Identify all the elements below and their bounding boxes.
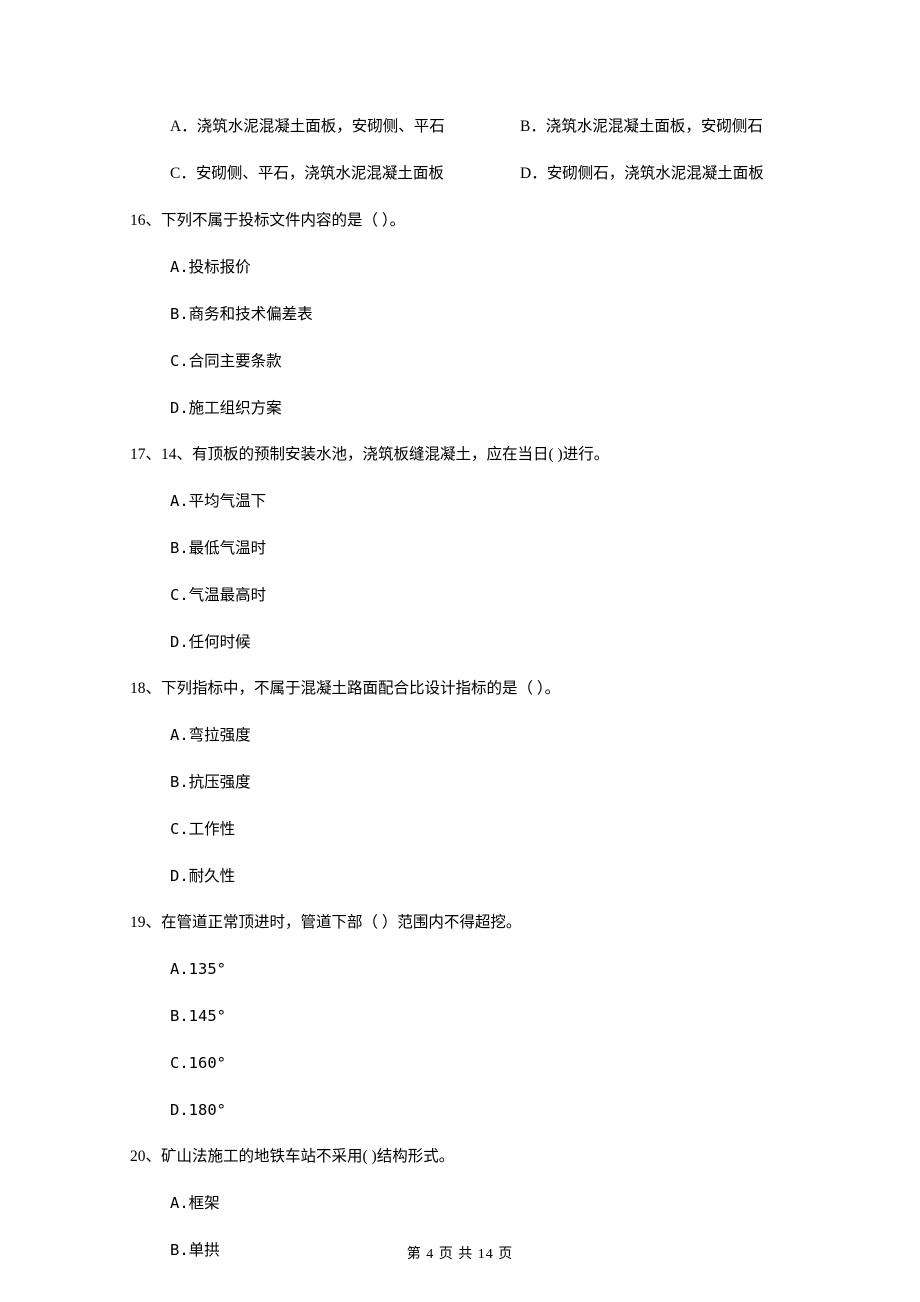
option-a: A.135° — [170, 957, 790, 982]
option-b: B.145° — [170, 1004, 790, 1029]
option-d: D．安砌侧石，浇筑水泥混凝土面板 — [520, 162, 764, 187]
option-c: C.合同主要条款 — [170, 349, 790, 374]
option-c: C.工作性 — [170, 817, 790, 842]
option-a: A.投标报价 — [170, 255, 790, 280]
option-d: D.施工组织方案 — [170, 396, 790, 421]
page-content: A．浇筑水泥混凝土面板，安砌侧、平石 B．浇筑水泥混凝土面板，安砌侧石 C．安砌… — [0, 0, 920, 1263]
option-c: C．安砌侧、平石，浇筑水泥混凝土面板 — [170, 162, 520, 187]
option-d: D.180° — [170, 1098, 790, 1123]
option-c: C.气温最高时 — [170, 583, 790, 608]
option-a: A.平均气温下 — [170, 489, 790, 514]
prev-question-opts-row1: A．浇筑水泥混凝土面板，安砌侧、平石 B．浇筑水泥混凝土面板，安砌侧石 — [170, 115, 790, 140]
question-19: 19、在管道正常顶进时，管道下部（ ）范围内不得超挖。 A.135° B.145… — [130, 911, 790, 1123]
option-d: D.任何时候 — [170, 630, 790, 655]
question-stem: 19、在管道正常顶进时，管道下部（ ）范围内不得超挖。 — [130, 911, 790, 936]
question-stem: 17、14、有顶板的预制安装水池，浇筑板缝混凝土，应在当日( )进行。 — [130, 443, 790, 468]
question-stem: 18、下列指标中，不属于混凝土路面配合比设计指标的是（ ）。 — [130, 677, 790, 702]
question-stem: 16、下列不属于投标文件内容的是（ ）。 — [130, 209, 790, 234]
option-b: B．浇筑水泥混凝土面板，安砌侧石 — [520, 115, 763, 140]
option-a: A．浇筑水泥混凝土面板，安砌侧、平石 — [170, 115, 520, 140]
question-16: 16、下列不属于投标文件内容的是（ ）。 A.投标报价 B.商务和技术偏差表 C… — [130, 209, 790, 421]
option-d: D.耐久性 — [170, 864, 790, 889]
option-a: A.框架 — [170, 1191, 790, 1216]
page-footer: 第 4 页 共 14 页 — [0, 1244, 920, 1266]
question-stem: 20、矿山法施工的地铁车站不采用( )结构形式。 — [130, 1145, 790, 1170]
question-17: 17、14、有顶板的预制安装水池，浇筑板缝混凝土，应在当日( )进行。 A.平均… — [130, 443, 790, 655]
option-b: B.最低气温时 — [170, 536, 790, 561]
prev-question-opts-row2: C．安砌侧、平石，浇筑水泥混凝土面板 D．安砌侧石，浇筑水泥混凝土面板 — [170, 162, 790, 187]
option-c: C.160° — [170, 1051, 790, 1076]
question-18: 18、下列指标中，不属于混凝土路面配合比设计指标的是（ ）。 A.弯拉强度 B.… — [130, 677, 790, 889]
option-b: B.抗压强度 — [170, 770, 790, 795]
option-a: A.弯拉强度 — [170, 723, 790, 748]
option-b: B.商务和技术偏差表 — [170, 302, 790, 327]
